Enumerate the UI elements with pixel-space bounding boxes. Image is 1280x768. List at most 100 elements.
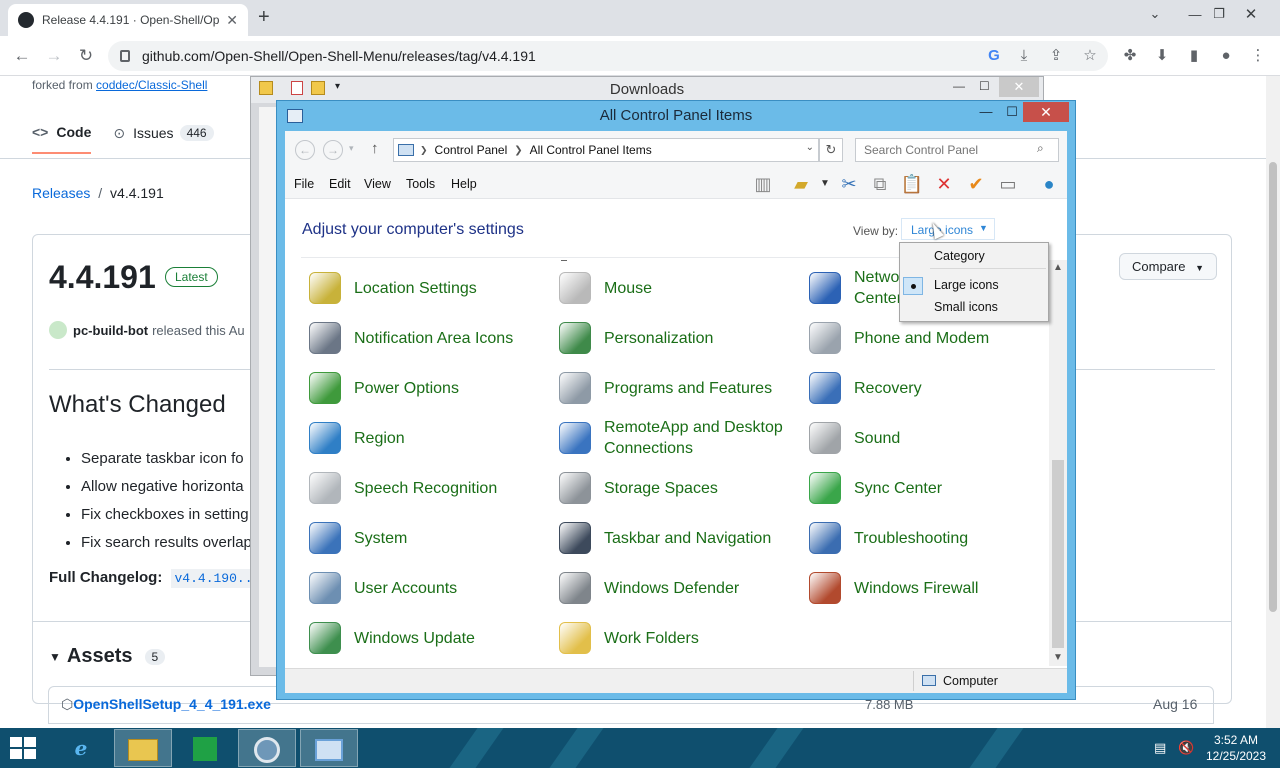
control-panel-item[interactable]: Location Settings xyxy=(309,266,559,310)
downloads-icon[interactable]: ⬇ xyxy=(1152,46,1172,66)
browser-tab[interactable]: Release 4.4.191 · Open-Shell/Op ✕ xyxy=(8,4,248,36)
recent-locations-icon[interactable]: ▾ xyxy=(349,143,354,154)
address-all-items[interactable]: All Control Panel Items xyxy=(530,143,652,157)
extensions-icon[interactable]: ✤ xyxy=(1120,46,1140,66)
volume-muted-icon[interactable]: 🔇 xyxy=(1178,740,1194,756)
address-bar[interactable]: github.com/Open-Shell/Open-Shell-Menu/re… xyxy=(108,41,1108,71)
preview-pane-icon[interactable]: ▥ xyxy=(751,172,775,196)
control-panel-item[interactable]: Recovery xyxy=(809,366,1049,410)
forward-button[interactable]: → xyxy=(42,44,66,68)
close-button[interactable]: ✕ xyxy=(999,77,1039,97)
network-icon[interactable]: ▤ xyxy=(1154,740,1166,756)
minimize-button[interactable]: — xyxy=(973,103,999,121)
properties-icon[interactable] xyxy=(291,81,303,95)
checkmark-icon[interactable]: ✔ xyxy=(964,172,988,196)
address-bar[interactable]: ❯ Control Panel ❯ All Control Panel Item… xyxy=(393,138,819,162)
folder-icon[interactable]: ▰ xyxy=(789,172,813,196)
asset-link[interactable]: ⬡OpenShellSetup_4_4_191.exe xyxy=(61,696,271,713)
minimize-button[interactable]: — xyxy=(953,79,965,93)
delete-icon[interactable]: ✕ xyxy=(932,172,956,196)
new-folder-icon[interactable] xyxy=(311,81,325,95)
store-icon[interactable] xyxy=(176,729,234,767)
control-panel-item[interactable]: Region xyxy=(309,416,559,460)
title-bar[interactable]: All Control Panel Items — ☐ ✕ xyxy=(277,101,1075,131)
control-panel-item[interactable]: Windows Update xyxy=(309,616,559,660)
scrollbar[interactable]: ▲ ▼ xyxy=(1049,260,1067,666)
close-button[interactable]: ✕ xyxy=(1023,102,1069,122)
menu-view[interactable]: View xyxy=(364,177,391,191)
control-panel-item[interactable]: Personalization xyxy=(559,316,809,360)
forked-repo-link[interactable]: coddec/Classic-Shell xyxy=(96,78,207,92)
menu-file[interactable]: File xyxy=(294,177,314,191)
chrome-icon[interactable] xyxy=(238,729,296,767)
view-option-large-icons[interactable]: Large icons xyxy=(934,278,999,292)
maximize-button[interactable]: ☐ xyxy=(999,103,1025,121)
control-panel-icon[interactable] xyxy=(300,729,358,767)
view-option-category[interactable]: Category xyxy=(934,249,985,263)
control-panel-item[interactable]: Programs and Features xyxy=(559,366,809,410)
back-button[interactable]: ← xyxy=(295,140,315,160)
file-explorer-icon[interactable] xyxy=(114,729,172,767)
tab-issues[interactable]: ⊙ Issues 446 xyxy=(113,124,214,154)
control-panel-item[interactable]: Windows Defender xyxy=(559,566,809,610)
cut-icon[interactable]: ✂ xyxy=(837,172,861,196)
control-panel-item[interactable]: System xyxy=(309,516,559,560)
tab-close-button[interactable]: ✕ xyxy=(226,12,238,29)
quick-access-dropdown-icon[interactable]: ▾ xyxy=(335,81,340,92)
reload-button[interactable]: ↻ xyxy=(74,44,98,68)
tab-code[interactable]: <> Code xyxy=(32,124,92,154)
control-panel-item[interactable]: Work Folders xyxy=(559,616,809,660)
restore-button[interactable]: ❐ xyxy=(1206,0,1232,28)
paste-icon[interactable]: 📋 xyxy=(900,172,924,196)
control-panel-item[interactable]: Power Options xyxy=(309,366,559,410)
search-icon[interactable]: ⌕ xyxy=(1037,141,1044,156)
bookmark-star-icon[interactable]: ☆ xyxy=(1080,46,1100,66)
share-icon[interactable]: ⇪ xyxy=(1046,46,1066,66)
control-panel-item[interactable]: Storage Spaces xyxy=(559,466,809,510)
scrollbar-thumb[interactable] xyxy=(1269,162,1277,612)
profile-icon[interactable]: ● xyxy=(1216,46,1236,66)
forward-button[interactable]: → xyxy=(323,140,343,160)
globe-icon[interactable]: ● xyxy=(1037,172,1061,196)
control-panel-item[interactable]: Sync Center xyxy=(809,466,1049,510)
control-panel-item[interactable]: Windows Firewall xyxy=(809,566,1049,610)
menu-edit[interactable]: Edit xyxy=(329,177,351,191)
view-option-small-icons[interactable]: Small icons xyxy=(934,300,998,314)
google-icon[interactable]: G xyxy=(984,46,1004,66)
start-button[interactable] xyxy=(10,737,36,759)
menu-tools[interactable]: Tools xyxy=(406,177,435,191)
control-panel-item[interactable]: Phone and Modem xyxy=(809,316,1049,360)
install-icon[interactable]: ⤓ xyxy=(1014,46,1034,66)
releases-link[interactable]: Releases xyxy=(32,185,90,201)
new-tab-button[interactable]: + xyxy=(258,6,270,29)
up-arrow-icon[interactable]: ↑ xyxy=(371,140,379,157)
refresh-button[interactable]: ↻ xyxy=(819,138,843,162)
close-button[interactable]: ✕ xyxy=(1236,0,1266,28)
scroll-up-arrow-icon[interactable]: ▲ xyxy=(1049,260,1067,276)
rename-icon[interactable]: ▭ xyxy=(996,172,1020,196)
control-panel-item[interactable]: Troubleshooting xyxy=(809,516,1049,560)
chevron-down-icon[interactable]: ▼ xyxy=(813,172,837,196)
assets-heading[interactable]: ▼ Assets 5 xyxy=(49,645,166,668)
control-panel-item[interactable]: Notification Area Icons xyxy=(309,316,559,360)
scrollbar-thumb[interactable] xyxy=(1052,460,1064,648)
control-panel-item[interactable]: Speech Recognition xyxy=(309,466,559,510)
control-panel-item[interactable]: Sound xyxy=(809,416,1049,460)
page-scrollbar[interactable] xyxy=(1266,76,1280,728)
control-panel-item[interactable]: User Accounts xyxy=(309,566,559,610)
menu-icon[interactable]: ⋮ xyxy=(1248,46,1268,66)
side-panel-icon[interactable]: ▮ xyxy=(1184,46,1204,66)
address-control-panel[interactable]: Control Panel xyxy=(435,143,508,157)
maximize-button[interactable]: ☐ xyxy=(979,79,990,93)
view-by-dropdown[interactable]: Large icons ▼ xyxy=(901,218,995,240)
back-button[interactable]: ← xyxy=(10,44,34,68)
control-panel-item[interactable]: RemoteApp and Desktop Connections xyxy=(559,416,809,460)
scroll-down-arrow-icon[interactable]: ▼ xyxy=(1049,650,1067,666)
compare-button[interactable]: Compare ▼ xyxy=(1119,253,1218,280)
author-link[interactable]: pc-build-bot xyxy=(73,323,148,338)
tab-search-icon[interactable]: ⌄ xyxy=(1140,0,1170,28)
chevron-down-icon[interactable]: ⌄ xyxy=(806,142,814,153)
search-input[interactable] xyxy=(855,138,1059,162)
internet-explorer-icon[interactable]: e xyxy=(52,729,110,767)
copy-icon[interactable]: ⧉ xyxy=(868,172,892,196)
